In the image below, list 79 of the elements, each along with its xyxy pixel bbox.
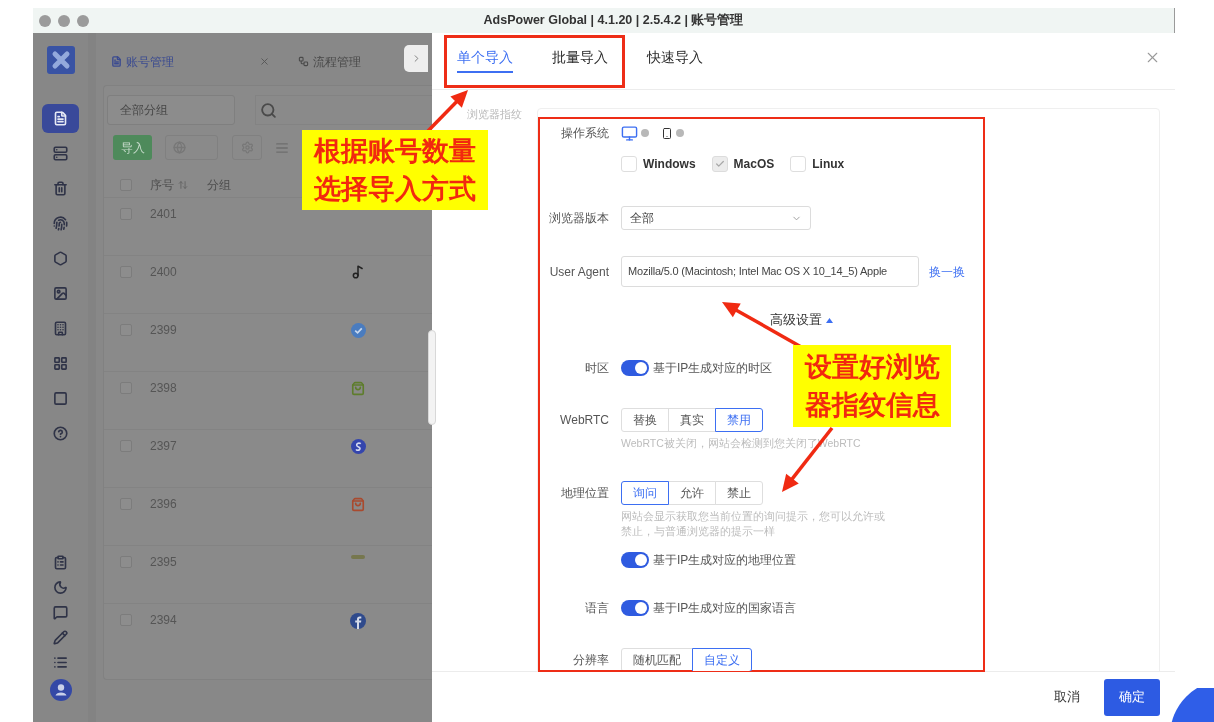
confirm-button[interactable]: 确定 <box>1104 678 1160 716</box>
switch-label: 基于IP生成对应的地理位置 <box>653 552 797 568</box>
dash-icon <box>351 555 365 559</box>
list-icon <box>53 655 68 670</box>
workflow-icon <box>298 56 309 67</box>
pencil-icon <box>53 630 68 645</box>
advanced-settings-toggle[interactable]: 高级设置 <box>770 310 833 330</box>
segment-option[interactable]: 禁止 <box>715 481 763 505</box>
search-field[interactable] <box>255 95 432 125</box>
field-label: WebRTC <box>560 412 609 428</box>
document-icon <box>53 111 68 126</box>
version-select[interactable]: 全部 <box>621 206 811 230</box>
refresh-link[interactable]: 换一换 <box>929 262 965 281</box>
field-label: 操作系统 <box>561 125 609 141</box>
avatar-icon[interactable] <box>49 679 72 701</box>
field-label: 分辨率 <box>573 652 609 668</box>
window-control-icon[interactable] <box>58 14 70 27</box>
segment-option[interactable]: 替换 <box>621 408 669 432</box>
round-logo-icon <box>350 439 366 454</box>
check-icon <box>714 159 725 169</box>
segment-option[interactable]: 真实 <box>668 408 716 432</box>
moon-icon <box>53 580 68 595</box>
field-label: 浏览器版本 <box>549 210 609 226</box>
grid-icon <box>53 356 68 371</box>
collapse-button[interactable] <box>404 45 428 72</box>
logo-icon <box>46 46 75 74</box>
import-tab[interactable]: 批量导入 <box>552 47 608 73</box>
toggle-switch[interactable] <box>621 360 649 376</box>
switch-label: 基于IP生成对应的时区 <box>653 360 773 376</box>
import-tab[interactable]: 快速导入 <box>647 47 703 73</box>
callout-note: 根据账号数量选择导入方式 <box>302 130 488 210</box>
section-label: 浏览器指纹 <box>467 108 522 120</box>
server-icon <box>53 146 68 161</box>
segment-option[interactable]: 随机匹配 <box>621 648 693 671</box>
sort-icon[interactable] <box>178 179 188 190</box>
message-icon <box>53 605 68 620</box>
music-note-icon <box>351 265 365 279</box>
callout-note: 设置好浏览器指纹信息 <box>793 345 951 427</box>
segment-option[interactable]: 允许 <box>668 481 716 505</box>
scrollbar-thumb[interactable] <box>428 330 436 425</box>
hexagon-icon <box>53 251 68 266</box>
square-icon <box>53 391 68 406</box>
clipboard-icon <box>53 555 68 570</box>
window-control-icon[interactable] <box>39 14 51 27</box>
user-agent-field[interactable]: Mozilla/5.0 (Macintosh; Intel Mac OS X 10_14_5) Apple <box>621 256 919 287</box>
field-label: User Agent <box>549 263 609 280</box>
shopping-bag-icon <box>351 497 365 512</box>
segment-option[interactable]: 询问 <box>621 481 669 505</box>
field-label: 语言 <box>585 600 609 616</box>
shopping-bag-icon <box>351 381 365 396</box>
round-logo-icon <box>350 613 366 629</box>
document-icon <box>111 56 122 67</box>
window-control-icon[interactable] <box>77 14 89 27</box>
switch-label: 基于IP生成对应的国家语言 <box>653 600 797 616</box>
search-icon <box>260 101 277 119</box>
round-logo-icon <box>350 323 366 338</box>
column-header: 分组 <box>207 176 231 194</box>
info-dot-icon <box>676 129 684 137</box>
close-icon[interactable] <box>259 56 270 67</box>
field-label: 时区 <box>585 360 609 376</box>
toggle-switch[interactable] <box>621 552 649 568</box>
import-tab[interactable]: 单个导入 <box>457 47 513 73</box>
fingerprint-icon <box>53 216 68 231</box>
segment-option[interactable]: 禁用 <box>715 408 763 432</box>
toggle-switch[interactable] <box>621 600 649 616</box>
info-dot-icon <box>641 129 649 137</box>
cancel-button[interactable]: 取消 <box>1054 687 1080 707</box>
trash-icon <box>53 181 68 196</box>
help-icon <box>53 426 68 441</box>
image-icon <box>53 286 68 301</box>
monitor-icon[interactable] <box>621 124 638 142</box>
segment-option[interactable]: 自定义 <box>692 648 752 671</box>
checkbox-label: Windows <box>643 156 696 173</box>
field-label: 地理位置 <box>561 485 609 501</box>
checkbox-label: Linux <box>812 156 845 173</box>
window-title: AdsPower Global | 4.1.20 | 2.5.4.2 | 账号管理 <box>482 12 744 30</box>
sidebar-item[interactable] <box>42 104 79 133</box>
checkbox-label: MacOS <box>733 156 775 173</box>
building-icon <box>53 321 68 336</box>
